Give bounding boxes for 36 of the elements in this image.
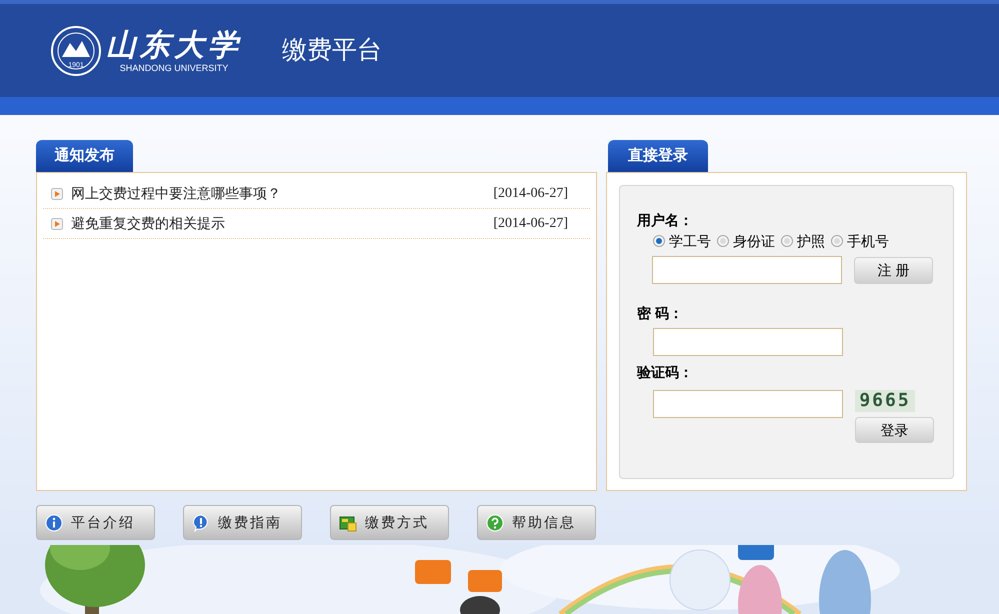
play-bullet-icon bbox=[51, 188, 63, 200]
captcha-field[interactable] bbox=[653, 390, 843, 418]
password-field[interactable] bbox=[653, 328, 843, 356]
nav-button[interactable]: 缴费方式 bbox=[330, 505, 449, 540]
nav-button[interactable]: 缴费指南 bbox=[183, 505, 302, 540]
password-label: 密 码： bbox=[637, 304, 684, 323]
money-icon bbox=[339, 514, 357, 532]
radio-button[interactable] bbox=[653, 235, 665, 247]
notice-date: [2014-06-27] bbox=[493, 215, 568, 233]
university-name: SHANDONG UNIVERSITY bbox=[120, 62, 228, 72]
radio-label[interactable]: 护照 bbox=[797, 230, 825, 252]
register-button[interactable]: 注 册 bbox=[854, 256, 933, 284]
university-logo-text: 山东大学 bbox=[106, 28, 242, 62]
radio-button[interactable] bbox=[717, 235, 729, 247]
login-button[interactable]: 登录 bbox=[855, 417, 934, 443]
username-label: 用户名： bbox=[637, 211, 694, 230]
radio-label[interactable]: 身份证 bbox=[733, 230, 775, 252]
radio-button[interactable] bbox=[831, 235, 843, 247]
nav-button[interactable]: 帮助信息 bbox=[477, 505, 596, 540]
notice-link[interactable]: 网上交费过程中要注意哪些事项？ bbox=[71, 183, 494, 204]
exclamation-bubble-icon bbox=[192, 514, 210, 532]
notice-link[interactable]: 避免重复交费的相关提示 bbox=[71, 213, 494, 234]
platform-title: 缴费平台 bbox=[282, 34, 382, 66]
login-tab[interactable]: 直接登录 bbox=[608, 140, 708, 172]
captcha-image: 9665 bbox=[855, 390, 915, 412]
info-icon bbox=[45, 514, 63, 532]
radio-label[interactable]: 手机号 bbox=[847, 230, 889, 252]
play-bullet-icon bbox=[51, 218, 63, 230]
username-field[interactable] bbox=[652, 256, 842, 284]
radio-label[interactable]: 学工号 bbox=[669, 230, 711, 252]
notice-date: [2014-06-27] bbox=[493, 185, 568, 203]
help-icon bbox=[486, 514, 504, 532]
notice-tab[interactable]: 通知发布 bbox=[36, 140, 133, 172]
captcha-label: 验证码： bbox=[637, 363, 694, 382]
radio-button[interactable] bbox=[781, 235, 793, 247]
nav-button[interactable]: 平台介绍 bbox=[36, 505, 155, 540]
